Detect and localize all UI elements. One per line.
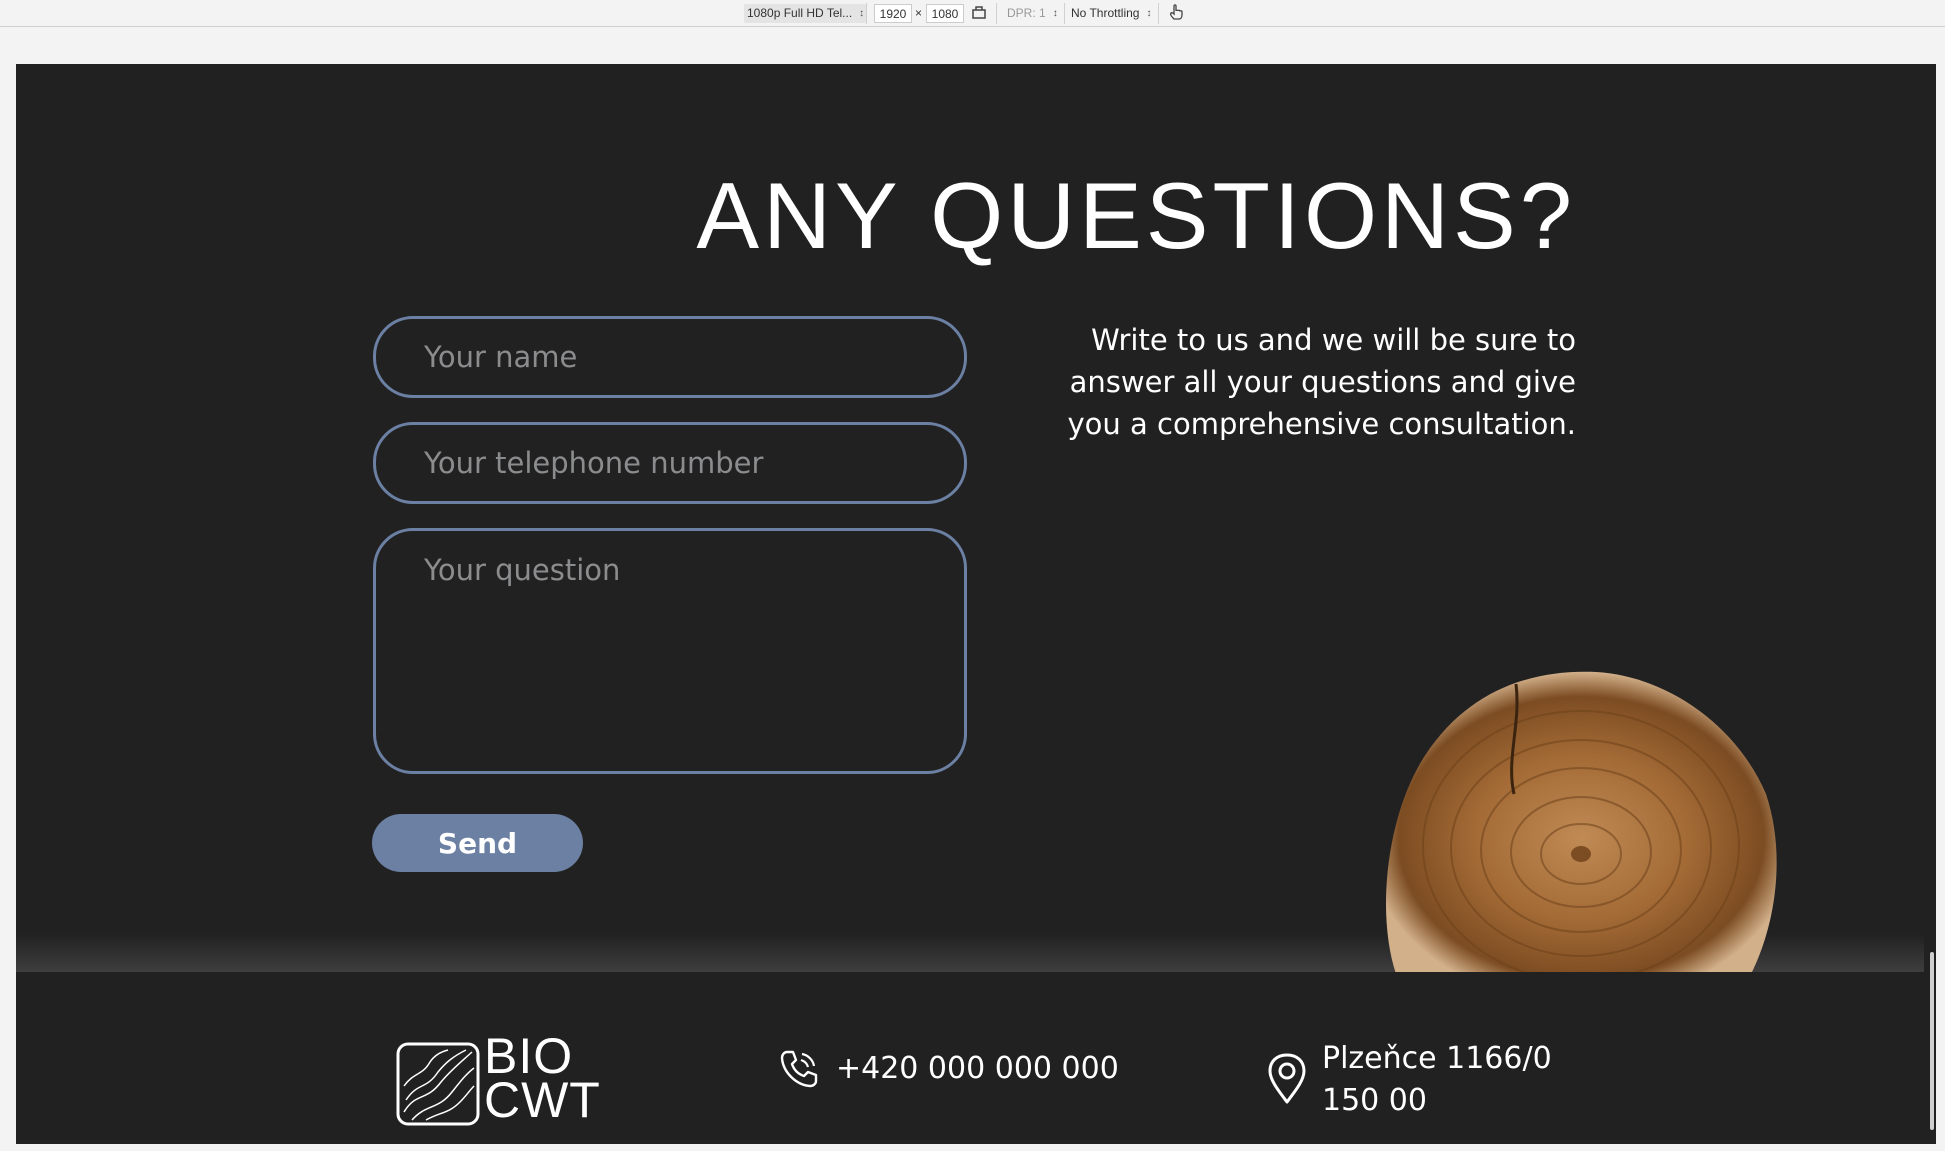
viewport-height-input[interactable]: 1080 [926, 4, 964, 23]
toolbar-divider [866, 3, 867, 24]
topographic-logo-icon [396, 1042, 480, 1126]
name-input[interactable] [373, 316, 967, 398]
wood-log-image [1386, 671, 1777, 974]
brand-logo[interactable]: BIO CWT [396, 1031, 600, 1126]
throttling-select[interactable]: No Throttling [1068, 4, 1153, 23]
viewport-width-input[interactable]: 1920 [874, 4, 912, 23]
rotate-icon[interactable] [970, 3, 988, 22]
section-title: ANY QUESTIONS? [696, 163, 1576, 268]
logo-wordmark: BIO CWT [484, 1031, 601, 1128]
question-textarea[interactable] [373, 528, 967, 774]
dimension-separator: × [915, 6, 923, 20]
touch-icon[interactable] [1168, 3, 1184, 22]
page-viewport: ANY QUESTIONS? Send Write to us and we w… [16, 64, 1936, 1144]
footer: BIO CWT +420 000 000 000 Plzeňce 1166/0 … [16, 972, 1936, 1144]
logo-line-cwt: CWT [484, 1072, 601, 1128]
devtools-toolbar: 1080p Full HD Tel... 1920 × 1080 DPR: 1 … [0, 0, 1945, 27]
address-postcode: 150 00 [1322, 1083, 1427, 1118]
toolbar-divider [1064, 3, 1065, 24]
footer-phone-link[interactable]: +420 000 000 000 [836, 1048, 1119, 1090]
location-pin-icon [1268, 1053, 1306, 1104]
toolbar-divider [996, 3, 997, 24]
footer-address: Plzeňce 1166/0 150 00 [1322, 1038, 1552, 1122]
section-description: Write to us and we will be sure to answe… [1067, 323, 1576, 441]
send-button[interactable]: Send [372, 814, 583, 872]
toolbar-divider [1158, 3, 1159, 24]
dpr-select[interactable]: DPR: 1 [1004, 4, 1060, 23]
phone-icon [780, 1050, 818, 1088]
scrollbar-thumb[interactable] [1930, 952, 1934, 1130]
address-street: Plzeňce 1166/0 [1322, 1041, 1552, 1076]
page-scrollbar[interactable] [1924, 64, 1936, 1144]
telephone-input[interactable] [373, 422, 967, 504]
device-select[interactable]: 1080p Full HD Tel... [744, 4, 867, 23]
